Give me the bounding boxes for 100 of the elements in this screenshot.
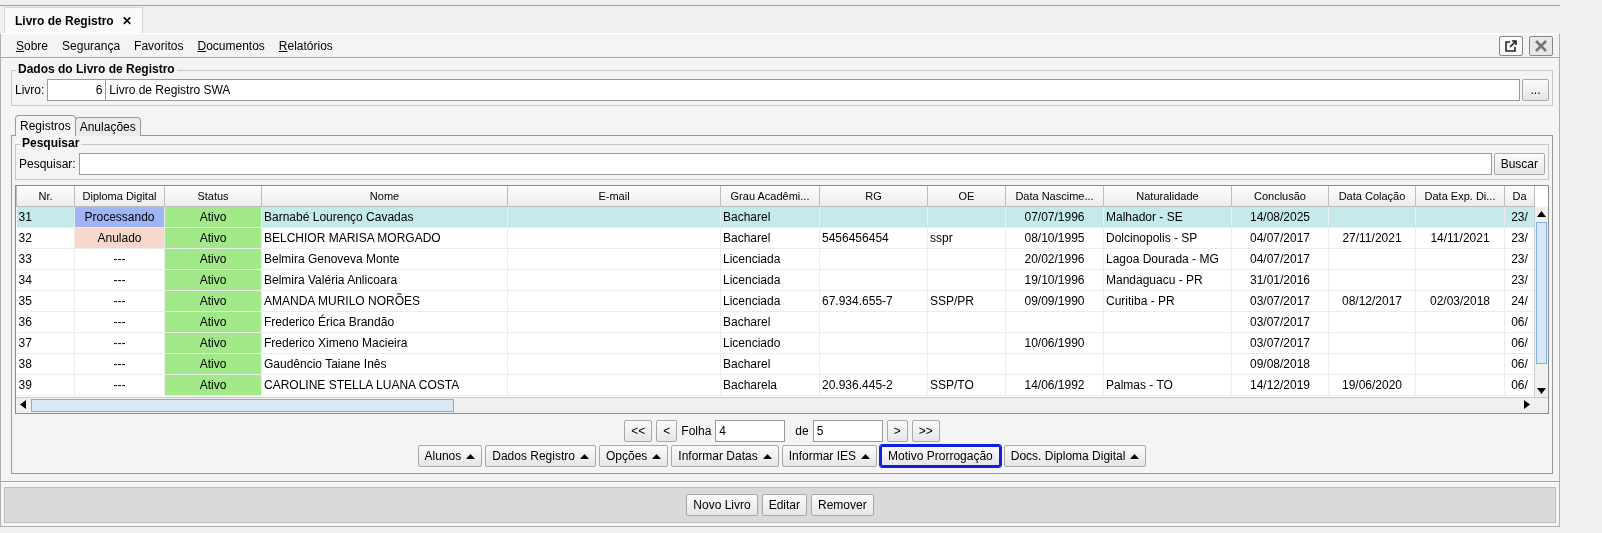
close-icon bbox=[1535, 39, 1547, 52]
column-header[interactable]: E-mail bbox=[507, 186, 721, 207]
diploma-status-cell: --- bbox=[74, 269, 165, 291]
first-page-button[interactable]: << bbox=[624, 420, 653, 442]
table-row[interactable]: 37 --- Ativo Frederico Ximeno Macieira Licenciado 10/06/1990 03/07/2017 06/ bbox=[16, 332, 1535, 354]
document-tab[interactable]: Livro de Registro ✕ bbox=[4, 7, 143, 33]
previous-page-button[interactable]: < bbox=[656, 420, 678, 442]
menu-button[interactable]: Informar IES bbox=[781, 445, 878, 467]
caret-icon bbox=[466, 453, 476, 459]
table-cell: 31 bbox=[16, 206, 75, 228]
table-row[interactable]: 31 Processando Ativo Barnabé Lourenço Cavadas Bacharel 07/07/1996 Malhador - SE 14/08/2025 23/ bbox=[16, 206, 1535, 228]
table-row[interactable]: 35 --- Ativo AMANDA MURILO NORÕES Licenciada 67.934.655-7 SSP/PR 09/09/1990 Curitiba - PR 03/07/2017 08/12/2017 02/03/2018 24/ bbox=[16, 290, 1535, 312]
column-header[interactable]: Diploma Digital bbox=[74, 186, 165, 207]
table-cell: 33 bbox=[16, 248, 75, 270]
column-header[interactable]: RG bbox=[819, 186, 928, 207]
menu-item[interactable]: Favoritos bbox=[127, 38, 191, 53]
last-page-button[interactable]: >> bbox=[911, 420, 940, 442]
table-cell: 31/01/2016 bbox=[1231, 269, 1329, 291]
table-row[interactable]: 34 --- Ativo Belmira Valéria Anlicoara Licenciada 19/10/1996 Mandaguacu - PR 31/01/2016 23/ bbox=[16, 269, 1535, 291]
diploma-status-cell: --- bbox=[74, 353, 165, 375]
caret-icon bbox=[652, 453, 662, 459]
table-cell: 04/07/2017 bbox=[1231, 227, 1329, 249]
column-header[interactable]: Nome bbox=[261, 186, 508, 207]
table-cell: 36 bbox=[16, 311, 75, 333]
table-cell: 20.936.445-2 bbox=[819, 374, 928, 396]
table-row[interactable]: 39 --- Ativo CAROLINE STELLA LUANA COSTA Bacharela 20.936.445-2 SSP/TO 14/06/1992 Palmas - TO 14/12/2019 19/06/2020 06/ bbox=[16, 374, 1535, 396]
table-cell: Curitiba - PR bbox=[1103, 290, 1232, 312]
table-cell: 67.934.655-7 bbox=[819, 290, 928, 312]
table-cell: 08/12/2017 bbox=[1328, 290, 1416, 312]
table-cell: AMANDA MURILO NORÕES bbox=[261, 290, 508, 312]
group-title: Pesquisar bbox=[20, 136, 82, 150]
caret-icon bbox=[861, 453, 871, 459]
horizontal-scrollbar[interactable] bbox=[16, 397, 1548, 413]
column-header[interactable]: Data Exp. Di... bbox=[1415, 186, 1505, 207]
diploma-status-cell: --- bbox=[74, 374, 165, 396]
close-button[interactable] bbox=[1529, 35, 1553, 56]
tab[interactable]: Registros bbox=[15, 115, 76, 136]
table-row[interactable]: 36 --- Ativo Frederico Érica Brandão Bacharel 03/07/2017 06/ bbox=[16, 311, 1535, 333]
table-cell: 03/07/2017 bbox=[1231, 290, 1329, 312]
diploma-status-cell: --- bbox=[74, 311, 165, 333]
column-header[interactable]: Data Colação bbox=[1328, 186, 1416, 207]
book-name-field[interactable]: Livro de Registro SWA bbox=[106, 79, 1520, 101]
column-header[interactable]: Da bbox=[1504, 186, 1535, 207]
column-header[interactable]: Data Nascime... bbox=[1005, 186, 1104, 207]
table-row[interactable]: 38 --- Ativo Gaudêncio Taiane Inês Bacharel 09/08/2018 06/ bbox=[16, 353, 1535, 375]
diploma-status-cell: --- bbox=[74, 248, 165, 270]
table-cell: 14/12/2019 bbox=[1231, 374, 1329, 396]
table-cell: 37 bbox=[16, 332, 75, 354]
book-number-field[interactable]: 6 bbox=[47, 79, 107, 101]
action-button[interactable]: Motivo Prorrogação bbox=[880, 445, 1001, 467]
column-header[interactable]: Status bbox=[164, 186, 262, 207]
browse-button[interactable]: ... bbox=[1522, 79, 1549, 101]
page-field[interactable]: 4 bbox=[715, 420, 786, 442]
external-link-icon bbox=[1504, 38, 1518, 53]
menu-item[interactable]: Relatórios bbox=[271, 38, 340, 53]
group-title: Dados do Livro de Registro bbox=[16, 62, 177, 76]
table-row[interactable]: 32 Anulado Ativo BELCHIOR MARISA MORGADO Bacharel 5456456454 sspr 08/10/1995 Dolcinopolis - SP 04/07/2017 27/11/2021 14/11/2021 23/ bbox=[16, 227, 1535, 249]
document-tab-title: Livro de Registro bbox=[15, 13, 114, 28]
table-cell: Licenciada bbox=[720, 248, 820, 270]
next-page-button[interactable]: > bbox=[886, 420, 908, 442]
menu-button[interactable]: Dados Registro bbox=[485, 445, 596, 467]
menu-button[interactable]: Informar Datas bbox=[671, 445, 779, 467]
table-cell: 19/10/1996 bbox=[1005, 269, 1104, 291]
table-cell: Frederico Ximeno Macieira bbox=[261, 332, 508, 354]
menu-button[interactable]: Docs. Diploma Digital bbox=[1003, 445, 1147, 467]
popout-button[interactable] bbox=[1499, 35, 1523, 56]
menu-item[interactable]: Documentos bbox=[190, 38, 272, 53]
action-button[interactable]: Editar bbox=[761, 494, 807, 516]
table-row[interactable]: 33 --- Ativo Belmira Genoveva Monte Licenciada 20/02/1996 Lagoa Dourada - MG 04/07/2017 23/ bbox=[16, 248, 1535, 270]
vertical-scrollbar[interactable] bbox=[1534, 207, 1548, 398]
search-button[interactable]: Buscar bbox=[1493, 153, 1545, 175]
action-button[interactable]: Remover bbox=[811, 494, 874, 516]
table-cell: Palmas - TO bbox=[1103, 374, 1232, 396]
action-button[interactable]: Novo Livro bbox=[686, 494, 758, 516]
column-header[interactable]: Conclusão bbox=[1231, 186, 1329, 207]
table-cell: Gaudêncio Taiane Inês bbox=[261, 353, 508, 375]
diploma-status-cell: --- bbox=[74, 290, 165, 312]
table-cell: 39 bbox=[16, 374, 75, 396]
search-field[interactable] bbox=[78, 153, 1492, 175]
table-cell: Belmira Valéria Anlicoara bbox=[261, 269, 508, 291]
table-cell: 34 bbox=[16, 269, 75, 291]
menu-button[interactable]: Alunos bbox=[417, 445, 483, 467]
column-header[interactable]: Nr. bbox=[16, 186, 75, 207]
menu-item[interactable]: Sobre bbox=[9, 38, 56, 53]
table-cell: 10/06/1990 bbox=[1005, 332, 1104, 354]
table-cell: 35 bbox=[16, 290, 75, 312]
page-label: Folha bbox=[681, 424, 712, 438]
table-cell: Dolcinopolis - SP bbox=[1103, 227, 1232, 249]
tab[interactable]: Anulações bbox=[74, 117, 141, 136]
table-cell: Bacharel bbox=[720, 311, 820, 333]
up-arrow-icon bbox=[1537, 211, 1546, 217]
menu-button[interactable]: Opções bbox=[598, 445, 669, 467]
column-header[interactable]: Grau Acadêmi... bbox=[720, 186, 820, 207]
menu-item[interactable]: Segurança bbox=[55, 38, 128, 53]
column-header[interactable]: OE bbox=[927, 186, 1006, 207]
close-tab-icon[interactable]: ✕ bbox=[121, 13, 132, 28]
table-cell: 32 bbox=[16, 227, 75, 249]
table-cell: Licenciada bbox=[720, 290, 820, 312]
table-cell: Licenciada bbox=[720, 269, 820, 291]
column-header[interactable]: Naturalidade bbox=[1103, 186, 1232, 207]
